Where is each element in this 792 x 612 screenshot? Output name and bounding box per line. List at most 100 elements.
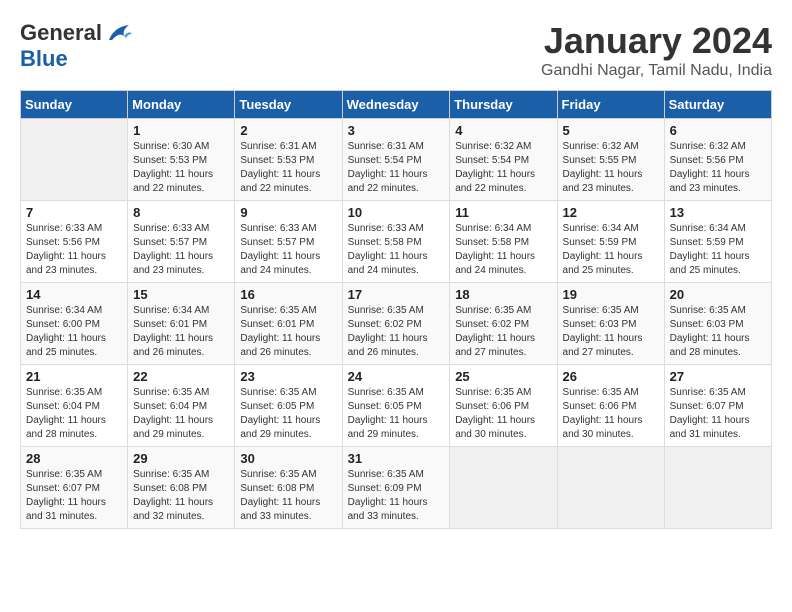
day-number: 1 [133,123,229,138]
calendar-cell: 3Sunrise: 6:31 AMSunset: 5:54 PMDaylight… [342,119,450,201]
day-number: 10 [348,205,445,220]
calendar-cell: 4 Sunrise: 6:32 AMSunset: 5:54 PMDaylight… [450,119,557,201]
calendar-cell: 14Sunrise: 6:34 AMSunset: 6:00 PMDayligh… [21,283,128,365]
calendar-cell: 30 Sunrise: 6:35 AMSunset: 6:08 PMDayligh… [235,447,342,529]
day-info: Sunrise: 6:35 AMSunset: 6:09 PMDaylight:… [348,468,445,524]
calendar-cell: 19 Sunrise: 6:35 AMSunset: 6:03 PMDayligh… [557,283,664,365]
calendar-cell: 2Sunrise: 6:31 AMSunset: 5:53 PMDaylight… [235,119,342,201]
calendar-cell: 5 Sunrise: 6:32 AMSunset: 5:55 PMDaylight… [557,119,664,201]
day-info: Sunrise: 6:35 AMSunset: 6:02 PMDaylight:… [455,304,551,360]
day-info: Sunrise: 6:35 AMSunset: 6:06 PMDaylight:… [455,386,551,442]
calendar-cell: 11Sunrise: 6:34 AMSunset: 5:58 PMDayligh… [450,201,557,283]
day-number: 28 [26,451,122,466]
day-info: Sunrise: 6:34 AMSunset: 5:58 PMDaylight:… [455,222,551,278]
calendar-title: January 2024 [541,20,772,62]
day-number: 27 [670,369,766,384]
day-number: 9 [240,205,336,220]
day-info: Sunrise: 6:32 AMSunset: 5:54 PMDaylight:… [455,140,551,196]
week-row-1: 1 Sunrise: 6:30 AMSunset: 5:53 PMDaylight… [21,119,772,201]
day-number: 8 [133,205,229,220]
day-info: Sunrise: 6:33 AMSunset: 5:57 PMDaylight:… [240,222,336,278]
column-header-wednesday: Wednesday [342,91,450,119]
calendar-cell: 7 Sunrise: 6:33 AMSunset: 5:56 PMDaylight… [21,201,128,283]
day-info: Sunrise: 6:33 AMSunset: 5:58 PMDaylight:… [348,222,445,278]
day-info: Sunrise: 6:35 AMSunset: 6:07 PMDaylight:… [670,386,766,442]
day-info: Sunrise: 6:35 AMSunset: 6:08 PMDaylight:… [240,468,336,524]
column-header-monday: Monday [128,91,235,119]
calendar-cell [21,119,128,201]
day-number: 7 [26,205,122,220]
day-number: 23 [240,369,336,384]
column-header-friday: Friday [557,91,664,119]
day-info: Sunrise: 6:35 AMSunset: 6:06 PMDaylight:… [563,386,659,442]
day-number: 30 [240,451,336,466]
week-row-5: 28 Sunrise: 6:35 AMSunset: 6:07 PMDayligh… [21,447,772,529]
day-info: Sunrise: 6:35 AMSunset: 6:01 PMDaylight:… [240,304,336,360]
day-info: Sunrise: 6:35 AMSunset: 6:05 PMDaylight:… [240,386,336,442]
day-number: 19 [563,287,659,302]
day-info: Sunrise: 6:35 AMSunset: 6:02 PMDaylight:… [348,304,445,360]
day-info: Sunrise: 6:33 AMSunset: 5:56 PMDaylight:… [26,222,122,278]
day-info: Sunrise: 6:33 AMSunset: 5:57 PMDaylight:… [133,222,229,278]
day-info: Sunrise: 6:35 AMSunset: 6:03 PMDaylight:… [563,304,659,360]
logo-blue-text: Blue [20,46,68,71]
logo-bird-icon [104,22,134,44]
calendar-cell: 6 Sunrise: 6:32 AMSunset: 5:56 PMDaylight… [664,119,771,201]
calendar-cell: 10 Sunrise: 6:33 AMSunset: 5:58 PMDayligh… [342,201,450,283]
day-number: 14 [26,287,122,302]
day-number: 17 [348,287,445,302]
calendar-cell: 21 Sunrise: 6:35 AMSunset: 6:04 PMDayligh… [21,365,128,447]
day-info: Sunrise: 6:35 AMSunset: 6:04 PMDaylight:… [26,386,122,442]
calendar-cell: 15Sunrise: 6:34 AMSunset: 6:01 PMDayligh… [128,283,235,365]
calendar-cell [450,447,557,529]
day-number: 5 [563,123,659,138]
calendar-table: SundayMondayTuesdayWednesdayThursdayFrid… [20,90,772,529]
calendar-cell: 28 Sunrise: 6:35 AMSunset: 6:07 PMDayligh… [21,447,128,529]
calendar-cell: 16Sunrise: 6:35 AMSunset: 6:01 PMDayligh… [235,283,342,365]
calendar-cell: 23 Sunrise: 6:35 AMSunset: 6:05 PMDayligh… [235,365,342,447]
day-info: Sunrise: 6:35 AMSunset: 6:07 PMDaylight:… [26,468,122,524]
day-number: 20 [670,287,766,302]
calendar-cell: 8 Sunrise: 6:33 AMSunset: 5:57 PMDaylight… [128,201,235,283]
calendar-cell: 29 Sunrise: 6:35 AMSunset: 6:08 PMDayligh… [128,447,235,529]
calendar-cell: 24Sunrise: 6:35 AMSunset: 6:05 PMDayligh… [342,365,450,447]
calendar-header-row: SundayMondayTuesdayWednesdayThursdayFrid… [21,91,772,119]
page-header: General Blue January 2024 Gandhi Nagar, … [20,20,772,80]
day-number: 6 [670,123,766,138]
calendar-subtitle: Gandhi Nagar, Tamil Nadu, India [541,62,772,80]
logo: General Blue [20,20,134,72]
day-number: 29 [133,451,229,466]
calendar-cell: 27 Sunrise: 6:35 AMSunset: 6:07 PMDayligh… [664,365,771,447]
day-info: Sunrise: 6:30 AMSunset: 5:53 PMDaylight:… [133,140,229,196]
day-info: Sunrise: 6:35 AMSunset: 6:03 PMDaylight:… [670,304,766,360]
day-info: Sunrise: 6:31 AMSunset: 5:54 PMDaylight:… [348,140,445,196]
day-number: 22 [133,369,229,384]
day-info: Sunrise: 6:35 AMSunset: 6:04 PMDaylight:… [133,386,229,442]
day-number: 21 [26,369,122,384]
week-row-2: 7 Sunrise: 6:33 AMSunset: 5:56 PMDaylight… [21,201,772,283]
calendar-cell: 25 Sunrise: 6:35 AMSunset: 6:06 PMDayligh… [450,365,557,447]
day-info: Sunrise: 6:34 AMSunset: 5:59 PMDaylight:… [670,222,766,278]
day-info: Sunrise: 6:32 AMSunset: 5:56 PMDaylight:… [670,140,766,196]
day-info: Sunrise: 6:32 AMSunset: 5:55 PMDaylight:… [563,140,659,196]
calendar-cell [557,447,664,529]
day-number: 12 [563,205,659,220]
day-number: 4 [455,123,551,138]
title-block: January 2024 Gandhi Nagar, Tamil Nadu, I… [541,20,772,80]
calendar-cell: 12Sunrise: 6:34 AMSunset: 5:59 PMDayligh… [557,201,664,283]
day-info: Sunrise: 6:35 AMSunset: 6:05 PMDaylight:… [348,386,445,442]
day-number: 26 [563,369,659,384]
logo-general-text: General [20,20,102,46]
column-header-saturday: Saturday [664,91,771,119]
calendar-cell: 17 Sunrise: 6:35 AMSunset: 6:02 PMDayligh… [342,283,450,365]
column-header-tuesday: Tuesday [235,91,342,119]
calendar-cell: 31Sunrise: 6:35 AMSunset: 6:09 PMDayligh… [342,447,450,529]
calendar-cell: 9 Sunrise: 6:33 AMSunset: 5:57 PMDaylight… [235,201,342,283]
calendar-cell: 1 Sunrise: 6:30 AMSunset: 5:53 PMDaylight… [128,119,235,201]
day-number: 25 [455,369,551,384]
calendar-cell: 22 Sunrise: 6:35 AMSunset: 6:04 PMDayligh… [128,365,235,447]
calendar-cell: 20 Sunrise: 6:35 AMSunset: 6:03 PMDayligh… [664,283,771,365]
day-info: Sunrise: 6:31 AMSunset: 5:53 PMDaylight:… [240,140,336,196]
week-row-3: 14Sunrise: 6:34 AMSunset: 6:00 PMDayligh… [21,283,772,365]
day-info: Sunrise: 6:35 AMSunset: 6:08 PMDaylight:… [133,468,229,524]
